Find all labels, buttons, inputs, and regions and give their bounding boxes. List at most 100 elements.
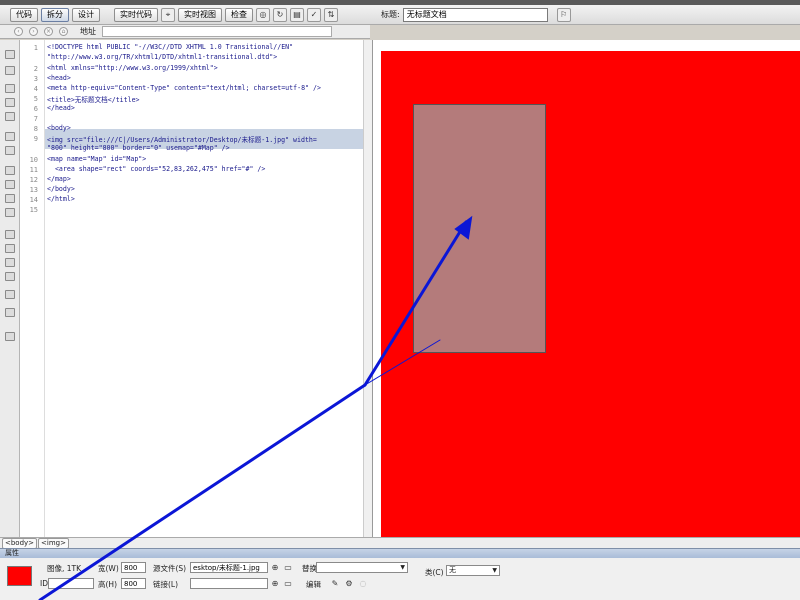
line-number: 4: [33, 85, 38, 93]
link-browse-folder-icon[interactable]: ▭: [283, 579, 293, 589]
remove-comment-icon[interactable]: [5, 230, 15, 239]
properties-panel: 图像, 1TK ID 宽(W) 高(H) 源文件(S) ⊕ ▭ 链接(L) ⊕ …: [0, 558, 800, 600]
line-numbers-icon[interactable]: [5, 166, 15, 175]
live-code-options-icon[interactable]: ⌖: [161, 7, 175, 22]
width-label: 宽(W): [98, 564, 119, 573]
link-point-to-file-icon[interactable]: ⊕: [270, 579, 280, 589]
syntax-error-alerts-icon[interactable]: [5, 194, 15, 203]
line-number: 3: [33, 75, 38, 83]
line-number: 9: [33, 135, 38, 143]
expand-all-icon[interactable]: [5, 112, 15, 121]
globe-preview-icon[interactable]: ◎: [256, 7, 270, 22]
src-input[interactable]: [190, 562, 268, 573]
forward-icon[interactable]: ›: [29, 27, 38, 36]
alt-select[interactable]: ▼: [316, 562, 408, 573]
properties-title: 属性: [5, 549, 19, 557]
src-label: 源文件(S): [153, 564, 187, 573]
tag-img[interactable]: <img>: [38, 537, 69, 549]
live-code-button[interactable]: 实时代码: [114, 7, 158, 22]
design-view[interactable]: [372, 40, 800, 537]
tag-selector: <body> <img>: [0, 537, 800, 549]
apply-comment-icon[interactable]: [5, 208, 15, 217]
coding-toolbar: [0, 40, 20, 537]
id-input[interactable]: [48, 578, 94, 589]
code-line: <html xmlns="http://www.w3.org/1999/xhtm…: [47, 64, 218, 72]
image-type-label: 图像, 1TK: [47, 564, 82, 573]
code-line: <head>: [47, 74, 71, 82]
line-number: 13: [29, 186, 38, 194]
line-number: 11: [29, 166, 38, 174]
line-number: 1: [33, 44, 38, 52]
design-view-button[interactable]: 设计: [72, 7, 100, 22]
class-select[interactable]: 无 ▼: [446, 565, 500, 576]
link-label: 链接(L): [153, 580, 179, 589]
inspect-button[interactable]: 检查: [225, 7, 253, 22]
image-thumbnail: [7, 566, 32, 586]
document-toolbar: 代码 拆分 设计 实时代码 ⌖ 实时视图 检查 ◎ ↻ ▤ ✓ ⇅ 标题: ⚐: [0, 5, 800, 25]
code-line: <meta http-equiv="Content-Type" content=…: [47, 84, 321, 92]
edit-image-settings-icon[interactable]: ⚙: [344, 579, 354, 589]
indent-code-icon[interactable]: [5, 290, 15, 299]
show-code-navigator-icon[interactable]: [5, 66, 15, 75]
line-number: 14: [29, 196, 38, 204]
properties-panel-header[interactable]: 属性: [0, 548, 800, 558]
format-source-icon[interactable]: [5, 332, 15, 341]
code-line: </html>: [47, 195, 75, 203]
line-number: 8: [33, 125, 38, 133]
live-view-button[interactable]: 实时视图: [178, 7, 222, 22]
code-line: "800" height="800" border="0" usemap="#M…: [47, 144, 230, 152]
validate-icon[interactable]: ✓: [307, 7, 321, 22]
tag-body[interactable]: <body>: [2, 537, 38, 549]
title-input[interactable]: [402, 7, 548, 22]
title-label: 标题:: [381, 10, 400, 19]
image-canvas[interactable]: [381, 51, 800, 537]
line-number: 6: [33, 105, 38, 113]
back-icon[interactable]: ‹: [14, 27, 23, 36]
class-select-value: 无: [449, 566, 456, 574]
height-label: 高(H): [98, 580, 117, 589]
wrap-tag-icon[interactable]: [5, 244, 15, 253]
optimize-icon[interactable]: ◌: [358, 579, 368, 589]
code-editor[interactable]: <!DOCTYPE html PUBLIC "-//W3C//DTD XHTML…: [45, 40, 363, 537]
line-number: 12: [29, 176, 38, 184]
code-line: <title>无标题文档</title>: [47, 96, 140, 104]
edit-pencil-icon[interactable]: ✎: [330, 579, 340, 589]
link-input[interactable]: [190, 578, 268, 589]
file-management-icon[interactable]: ⇅: [324, 7, 338, 22]
split-view-button[interactable]: 拆分: [41, 7, 69, 22]
code-line: </head>: [47, 104, 75, 112]
width-input[interactable]: [121, 562, 146, 573]
check-browser-icon[interactable]: ⚐: [556, 7, 571, 22]
open-documents-icon[interactable]: [5, 50, 15, 59]
code-line: <area shape="rect" coords="52,83,262,475…: [47, 165, 266, 173]
recent-snippets-icon[interactable]: [5, 258, 15, 267]
visual-aids-icon[interactable]: ▤: [290, 7, 304, 22]
collapse-selection-icon[interactable]: [5, 98, 15, 107]
collapse-tag-icon[interactable]: [5, 84, 15, 93]
balance-braces-icon[interactable]: [5, 146, 15, 155]
stop-icon[interactable]: ×: [44, 27, 53, 36]
id-label: ID: [40, 579, 48, 588]
address-input[interactable]: [102, 26, 332, 37]
code-scrollbar[interactable]: [363, 40, 372, 537]
outdent-code-icon[interactable]: [5, 308, 15, 317]
code-line: <map name="Map" id="Map">: [47, 155, 147, 163]
image-map-hotspot[interactable]: [413, 104, 546, 353]
code-view-button[interactable]: 代码: [10, 7, 38, 22]
code-line: <body>: [47, 124, 71, 132]
move-css-icon[interactable]: [5, 272, 15, 281]
line-number-gutter: 1 2 3 4 5 6 7 8 9 10 11 12 13 14 15: [20, 40, 45, 537]
chevron-down-icon: ▼: [400, 564, 405, 571]
chevron-down-icon: ▼: [492, 567, 497, 574]
point-to-file-icon[interactable]: ⊕: [270, 563, 280, 573]
highlight-invalid-code-icon[interactable]: [5, 180, 15, 189]
home-icon[interactable]: ⌂: [59, 27, 68, 36]
code-line: <!DOCTYPE html PUBLIC "-//W3C//DTD XHTML…: [47, 43, 294, 51]
refresh-icon[interactable]: ↻: [273, 7, 287, 22]
height-input[interactable]: [121, 578, 146, 589]
code-line: <img src="file:///C|/Users/Administrator…: [47, 136, 317, 144]
browse-folder-icon[interactable]: ▭: [283, 563, 293, 573]
line-number: 2: [33, 65, 38, 73]
select-parent-tag-icon[interactable]: [5, 132, 15, 141]
code-line: </body>: [47, 185, 75, 193]
